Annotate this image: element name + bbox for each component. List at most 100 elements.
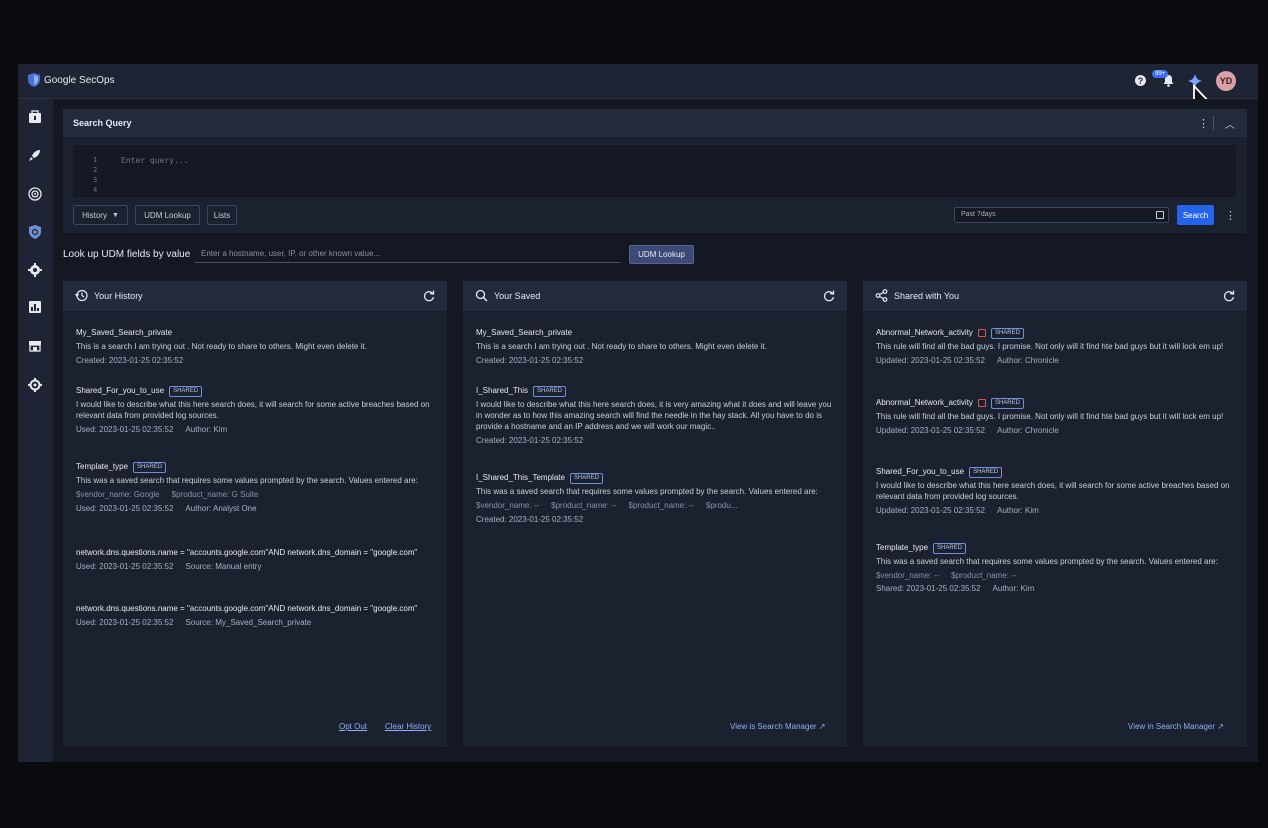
udm-lookup-submit-button[interactable]: UDM Lookup [629,245,694,264]
template-variable: $product_name: G Suite [171,490,259,499]
item-title: Template_type [876,543,929,552]
search-manager-link[interactable]: View is Search Manager ↗ [730,722,826,731]
item-description: I would like to describe what this here … [76,400,430,420]
shared-badge: SHARED [169,385,203,397]
list-item[interactable]: Abnormal_Network_activity SHARED This rul… [876,397,1234,436]
shared-badge: SHARED [990,397,1024,409]
search-query-header: Search Query ⋮ ︿ [63,109,1247,137]
avatar[interactable]: YD [1216,71,1236,91]
rule-icon [977,329,986,337]
shared-title: Shared with You [894,291,960,301]
list-item[interactable]: My_Saved_Search_private This is a search… [76,327,434,366]
search-button[interactable]: Search [1177,205,1214,225]
help-icon[interactable]: ? [1135,75,1146,86]
line-number: 2 [93,166,98,174]
open-external-icon: ↗ [1217,722,1224,731]
notification-badge: 99+ [1152,70,1169,78]
item-title: Shared_For_you_to_use [76,386,165,395]
item-source: Source: Manual entry [185,562,262,571]
cases-icon[interactable] [28,110,42,124]
item-author: Author: Chronicle [996,356,1059,365]
rocket-icon[interactable] [28,148,42,162]
admin-settings-icon[interactable] [28,378,42,392]
item-title: My_Saved_Search_private [76,328,173,337]
list-item[interactable]: I_Shared_This_Template SHARED This was a … [476,472,834,525]
template-variable: $product_name: -- [951,571,1017,580]
item-author: Author: Chronicle [996,426,1059,435]
list-item[interactable]: Shared_For_you_to_use SHARED I would like… [876,466,1234,516]
item-title: I_Shared_This_Template [476,473,565,482]
list-item[interactable]: Shared_For_you_to_use SHARED I would like… [76,385,434,435]
history-panel: Your History My_Saved_Search_private Thi… [63,281,447,747]
list-item[interactable]: network.dns.questions.name = "accounts.g… [76,545,434,572]
list-item[interactable]: Template_type SHARED This was a saved sea… [876,542,1234,594]
search-query-card: Search Query ⋮ ︿ 1 2 3 4 Enter query... … [63,109,1247,233]
refresh-icon[interactable] [1223,290,1235,302]
item-title: Shared_For_you_to_use [876,467,965,476]
search-manager-link[interactable]: View in Search Manager ↗ [1128,722,1224,731]
list-item[interactable]: Template_type SHARED This was a saved sea… [76,461,434,514]
item-title: Abnormal_Network_activity [876,328,973,337]
shared-badge: SHARED [533,385,567,397]
item-meta: Updated: 2023-01-25 02:35:52 [876,356,985,365]
line-number: 3 [93,176,98,184]
item-meta: Shared: 2023-01-25 02:35:52 [876,584,981,593]
item-title: Template_type [76,462,129,471]
history-title: Your History [94,291,143,301]
item-meta: Used: 2023-01-25 02:35:52 [76,562,174,571]
template-variable: $vendor_name: -- [476,501,540,510]
marketplace-icon[interactable] [28,339,42,353]
item-description: This was a saved search that requires so… [76,476,418,485]
search-options-icon[interactable]: ⋮ [1225,209,1236,222]
item-meta: Updated: 2023-01-25 02:35:52 [876,506,985,515]
clear-history-link[interactable]: Clear History [385,722,431,731]
lookup-input[interactable]: Enter a hostname, user, IP, or other kno… [195,244,620,263]
item-author: Author: Kim [996,506,1039,515]
saved-title: Your Saved [494,291,541,301]
list-item[interactable]: network.dns.questions.name = "accounts.g… [76,601,434,628]
item-meta: Used: 2023-01-25 02:35:52 [76,618,174,627]
lists-button[interactable]: Lists [207,205,237,225]
shared-badge: SHARED [133,461,167,473]
date-range-picker[interactable]: Past 7days [954,207,1169,223]
history-icon [75,289,88,302]
item-description: This rule will find all the bad guys. I … [876,412,1224,421]
list-item[interactable]: My_Saved_Search_private This is a search… [476,327,834,366]
secops-logo-icon [28,73,40,87]
search-query-title: Search Query [73,118,132,128]
more-vert-icon[interactable]: ⋮ [1198,117,1209,130]
query-editor[interactable]: 1 2 3 4 Enter query... [73,145,1236,197]
refresh-icon[interactable] [823,290,835,302]
item-description: This was a saved search that requires so… [876,557,1218,566]
history-label: History [82,210,107,220]
list-item[interactable]: Abnormal_Network_activity SHARED This rul… [876,327,1234,366]
search-manager-link-label: View in Search Manager [1128,722,1216,731]
settings-gear-icon[interactable] [28,263,42,277]
dashboard-chart-icon[interactable] [28,300,42,314]
chevron-up-icon[interactable]: ︿ [1225,116,1235,131]
main-content: Search Query ⋮ ︿ 1 2 3 4 Enter query... … [53,99,1258,762]
udm-lookup-button[interactable]: UDM Lookup [135,205,200,225]
template-variable: $produ... [705,501,738,510]
history-panel-header: Your History [63,281,447,311]
item-query: network.dns.questions.name = "accounts.g… [76,604,418,613]
template-variable: $vendor_name: -- [876,571,940,580]
app-title: Google SecOps [44,75,115,86]
item-meta: Updated: 2023-01-25 02:35:52 [876,426,985,435]
share-icon [875,289,888,302]
radar-icon[interactable] [28,187,42,201]
refresh-icon[interactable] [423,290,435,302]
date-range-value: Past 7days [961,211,996,218]
line-number: 4 [93,186,98,194]
calendar-icon[interactable] [1156,211,1164,219]
list-item[interactable]: I_Shared_This SHARED I would like to desc… [476,385,834,446]
app-window: Google SecOps ? 99+ YD Search Query ⋮ ︿ [18,64,1258,762]
history-dropdown[interactable]: History ▼ [73,205,128,225]
item-title: My_Saved_Search_private [476,328,573,337]
search-shield-icon[interactable] [28,225,42,239]
item-author: Author: Analyst One [185,504,257,513]
open-external-icon: ↗ [818,722,826,731]
item-description: I would like to describe what this here … [476,400,832,431]
rule-icon [977,399,986,407]
opt-out-link[interactable]: Opt Out [339,722,367,731]
